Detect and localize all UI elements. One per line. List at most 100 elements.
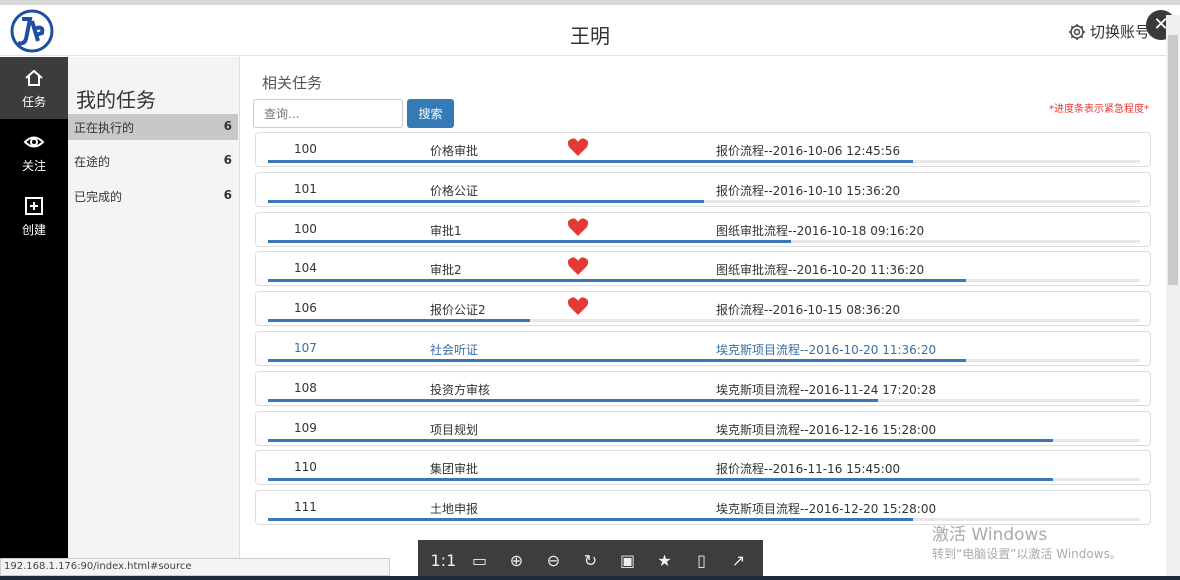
plus-square-icon [25, 197, 43, 215]
activation-watermark-title: 激活 Windows [932, 525, 1048, 545]
switch-account-label: 切换账号 [1089, 23, 1150, 41]
heart-icon [567, 138, 589, 156]
task-flow: 图纸审批流程--2016-10-18 09:16:20 [716, 223, 925, 238]
taskbar [0, 576, 1180, 580]
task-name: 投资方审核 [430, 382, 491, 397]
task-row[interactable]: 110 集团审批 报价流程--2016-11-16 15:45:00 [255, 450, 1151, 486]
category-item-executing[interactable]: 正在执行的 6 [68, 114, 238, 140]
tablet-icon[interactable]: ▯ [690, 551, 714, 570]
progress-bar [268, 319, 530, 323]
progress-bar [268, 279, 966, 283]
task-flow: 埃克斯项目流程--2016-10-20 11:36:20 [716, 343, 937, 357]
task-flow: 埃克斯项目流程--2016-12-20 15:28:00 [716, 502, 937, 517]
task-flow: 报价流程--2016-11-16 15:45:00 [716, 462, 901, 477]
task-row[interactable]: 104 审批2 图纸审批流程--2016-10-20 11:36:20 [255, 251, 1151, 287]
task-id: 110 [294, 460, 317, 475]
activation-watermark-text: 转到“电脑设置”以激活 Windows。 [932, 547, 1122, 561]
zoom-out-icon[interactable]: ⊖ [542, 551, 566, 570]
home-icon [25, 69, 43, 86]
progress-bar [268, 160, 914, 163]
progress-bar [268, 398, 879, 402]
progress-track [268, 438, 1140, 442]
nav-item-label: 创建 [21, 223, 46, 237]
task-id: 100 [294, 221, 317, 236]
task-id: 104 [294, 261, 317, 276]
main-content: 相关任务 搜索 *进度条表示紧急程度* 100价格审批报价流程--2016-10… [241, 57, 1163, 547]
eye-icon [23, 136, 45, 148]
task-name: 报价公证2 [430, 303, 486, 318]
category-item-completed[interactable]: 已完成的 6 [68, 183, 238, 209]
user-name: 王明 [570, 24, 610, 48]
nav-item-follow[interactable]: 关注 [0, 121, 68, 183]
task-id: 101 [294, 181, 317, 196]
task-name: 集团审批 [430, 462, 479, 477]
category-count: 6 [223, 119, 232, 133]
nav-item-label: 任务 [21, 95, 46, 109]
progress-track [268, 478, 1140, 482]
nav-item-label: 关注 [21, 159, 46, 173]
task-row[interactable]: 101 价格公证 报价流程--2016-10-10 15:36:20 [255, 171, 1151, 207]
status-url: 192.168.1.176:90/index.html#source [0, 558, 390, 576]
scrollbar-thumb[interactable] [1168, 35, 1178, 285]
task-category-panel: 我的任务 正在执行的 6 在途的 6 已完成的 6 [68, 57, 240, 577]
task-id: 107 [294, 341, 317, 355]
gear-icon [1068, 23, 1085, 40]
progress-track [268, 199, 1140, 203]
task-name: 价格公证 [430, 183, 479, 198]
progress-bar [268, 438, 1053, 442]
task-row[interactable]: 108 投资方审核 埃克斯项目流程--2016-11-24 17:20:28 [255, 370, 1151, 406]
urgency-note: *进度条表示紧急程度* [1049, 104, 1149, 115]
share-icon[interactable]: ↗ [727, 551, 751, 570]
task-flow: 报价流程--2016-10-06 12:45:56 [716, 144, 901, 158]
task-flow: 埃克斯项目流程--2016-11-24 17:20:28 [716, 382, 937, 397]
fit-window-icon[interactable]: ▭ [468, 551, 492, 570]
zoom-in-icon[interactable]: ⊕ [505, 551, 529, 570]
actual-size-icon[interactable]: 1:1 [431, 551, 457, 570]
app-window: 王明 切换账号 ✕ 任务 关注 创建 我的任务 正在执行的 6 在途的 6 已完… [0, 0, 1180, 580]
section-title: 相关任务 [262, 74, 323, 92]
progress-track [268, 319, 1140, 323]
panel-title: 我的任务 [76, 88, 156, 112]
task-id: 106 [294, 301, 317, 316]
category-count: 6 [223, 188, 232, 202]
task-flow: 报价流程--2016-10-15 08:36:20 [716, 303, 901, 318]
rotate-icon[interactable]: ↻ [579, 551, 603, 570]
switch-account-button[interactable]: 切换账号 [1068, 21, 1150, 42]
task-row[interactable]: 106 报价公证2 报价流程--2016-10-15 08:36:20 [255, 291, 1151, 327]
task-flow: 图纸审批流程--2016-10-20 11:36:20 [716, 263, 925, 278]
category-label: 已完成的 [74, 190, 123, 204]
progress-track [268, 398, 1140, 402]
progress-bar [268, 478, 1053, 482]
category-item-in-transit[interactable]: 在途的 6 [68, 148, 238, 174]
task-flow: 埃克斯项目流程--2016-12-16 15:28:00 [716, 422, 937, 437]
task-id: 109 [294, 420, 317, 435]
heart-icon [567, 218, 589, 236]
header: 王明 切换账号 ✕ [0, 5, 1180, 56]
nav-item-create[interactable]: 创建 [0, 185, 68, 247]
progress-bar [268, 359, 966, 362]
progress-track [268, 359, 1140, 362]
favorite-icon[interactable]: ★ [653, 551, 677, 570]
left-nav: 任务 关注 创建 [0, 57, 68, 577]
heart-icon [567, 257, 589, 276]
heart-icon [567, 297, 589, 316]
task-row[interactable]: 107 社会听证 埃克斯项目流程--2016-10-20 11:36:20 [255, 331, 1151, 366]
task-row[interactable]: 100 价格审批 报价流程--2016-10-06 12:45:56 [255, 132, 1151, 167]
task-name: 社会听证 [430, 343, 479, 357]
task-row[interactable]: 109 项目规划 埃克斯项目流程--2016-12-16 15:28:00 [255, 410, 1151, 446]
task-flow: 报价流程--2016-10-10 15:36:20 [716, 183, 901, 198]
scrollbar[interactable] [1166, 15, 1180, 577]
category-label: 在途的 [74, 155, 111, 169]
search-button[interactable]: 搜索 [407, 99, 454, 128]
progress-bar [268, 199, 704, 203]
nav-item-tasks[interactable]: 任务 [0, 57, 68, 119]
task-row[interactable]: 100 审批1 图纸审批流程--2016-10-18 09:16:20 [255, 211, 1151, 247]
progress-track [268, 279, 1140, 283]
category-count: 6 [223, 153, 232, 167]
task-name: 价格审批 [430, 144, 479, 158]
task-name: 审批1 [430, 223, 462, 238]
task-name: 审批2 [430, 263, 462, 278]
save-icon[interactable]: ▣ [616, 551, 640, 570]
task-name: 土地申报 [430, 502, 479, 517]
search-input[interactable] [253, 99, 403, 128]
